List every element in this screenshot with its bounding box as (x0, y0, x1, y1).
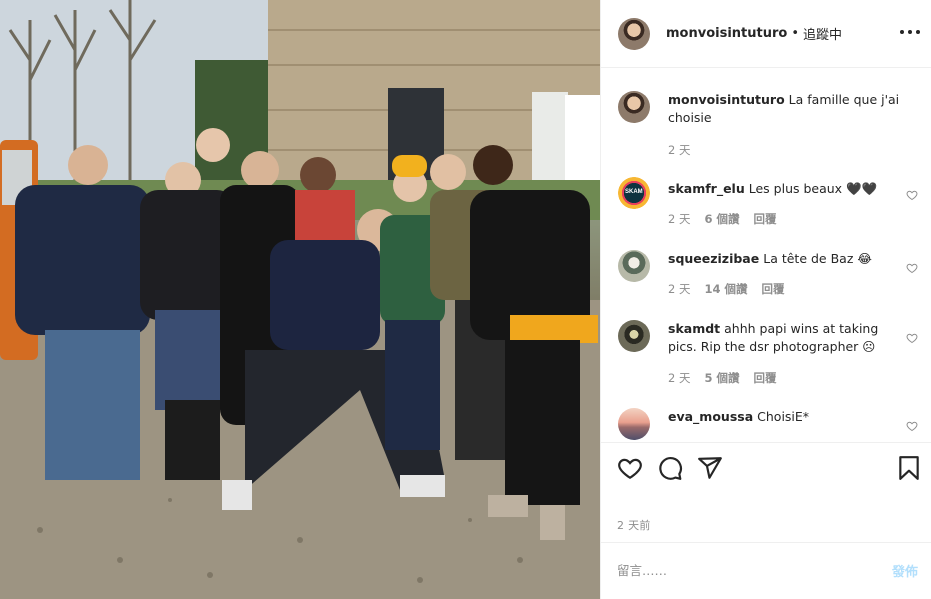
comment-username[interactable]: skamfr_elu (668, 181, 745, 196)
comment-text-block: skamdt ahhh papi wins at taking pics. Rip… (668, 320, 903, 356)
post-timestamp[interactable]: 2 天前 (617, 517, 651, 533)
comment-text-block: squeezizibae La tête de Baz 😂 (668, 250, 903, 268)
post-comment-button[interactable]: 發佈 (892, 561, 918, 580)
comment-avatar[interactable] (618, 250, 650, 282)
comment-heart-icon[interactable] (906, 420, 918, 432)
comment-text: Les plus beaux 🖤🖤 (748, 181, 878, 196)
caption-avatar[interactable] (618, 91, 650, 123)
comment-username[interactable]: eva_moussa (668, 409, 753, 424)
comment-meta: 2 天 6 個讚 回覆 (668, 211, 777, 227)
group-photo-illustration (0, 0, 600, 599)
comment-heart-icon[interactable] (906, 332, 918, 344)
reply-button[interactable]: 回覆 (754, 211, 777, 227)
comment-text-block: eva_moussa ChoisiE* (668, 408, 903, 426)
comment-heart-icon[interactable] (906, 262, 918, 274)
share-icon[interactable] (697, 455, 723, 481)
comment-meta: 2 天 5 個讚 回覆 (668, 370, 777, 386)
reply-button[interactable]: 回覆 (762, 281, 785, 297)
caption-time[interactable]: 2 天 (668, 142, 690, 158)
comment-text: ChoisiE* (757, 409, 810, 424)
comment-likes[interactable]: 6 個讚 (704, 211, 739, 227)
comment-username[interactable]: squeezizibae (668, 251, 759, 266)
comment-text: La tête de Baz 😂 (763, 251, 872, 266)
caption-username[interactable]: monvoisintuturo (668, 92, 785, 107)
comment-avatar[interactable] (618, 408, 650, 440)
post-side-panel: monvoisintuturo • 追蹤中 monvoisintuturo La … (600, 0, 931, 599)
comment-username[interactable]: skamdt (668, 321, 720, 336)
comment-avatar[interactable] (618, 320, 650, 352)
caption-text-block: monvoisintuturo La famille que j'ai chois… (668, 91, 903, 127)
post-photo[interactable] (0, 0, 600, 599)
comment-text-block: skamfr_elu Les plus beaux 🖤🖤 (668, 180, 903, 198)
heart-icon[interactable] (617, 455, 643, 481)
comment-avatar[interactable]: SKAM (618, 177, 650, 209)
caption-meta: 2 天 (668, 142, 690, 158)
post-header: monvoisintuturo • 追蹤中 (601, 0, 931, 68)
comment-input[interactable] (617, 559, 867, 581)
comments-list[interactable]: monvoisintuturo La famille que j'ai chois… (601, 69, 931, 441)
author-username[interactable]: monvoisintuturo (666, 26, 787, 41)
comment-time[interactable]: 2 天 (668, 281, 690, 297)
more-options-icon[interactable] (900, 22, 920, 42)
comment-time[interactable]: 2 天 (668, 370, 690, 386)
comment-likes[interactable]: 14 個讚 (704, 281, 747, 297)
add-comment-bar: 發佈 (601, 542, 931, 599)
comment-avatar-label: SKAM (625, 189, 643, 195)
comment-meta: 2 天 14 個讚 回覆 (668, 281, 785, 297)
bookmark-icon[interactable] (896, 455, 922, 481)
following-button[interactable]: 追蹤中 (803, 24, 842, 43)
author-avatar[interactable] (618, 17, 650, 50)
post-actions: 2 天前 (601, 442, 931, 542)
reply-button[interactable]: 回覆 (754, 370, 777, 386)
comment-time[interactable]: 2 天 (668, 211, 690, 227)
separator-dot: • (791, 26, 799, 41)
comment-icon[interactable] (657, 455, 683, 481)
comment-heart-icon[interactable] (906, 189, 918, 201)
comment-likes[interactable]: 5 個讚 (704, 370, 739, 386)
